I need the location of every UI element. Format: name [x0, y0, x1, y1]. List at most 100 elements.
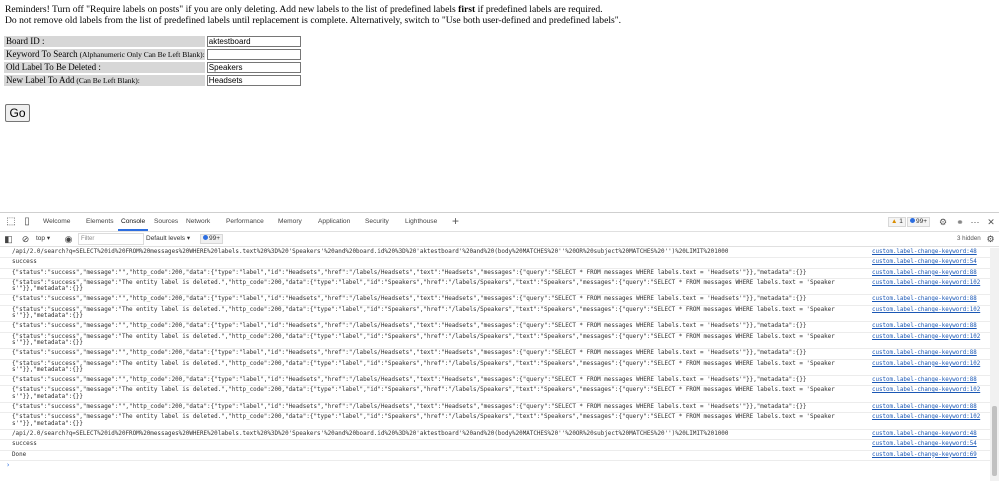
tab-console[interactable]: Console [117, 217, 149, 231]
console-message-text: {"status":"success","message":"The entit… [12, 333, 835, 346]
devtools-panel: ⬚ ▯ Welcome Elements Console Sources Net… [0, 212, 999, 481]
console-settings-gear-icon[interactable]: ⚙ [985, 233, 996, 245]
chevron-down-icon: ▾ [46, 235, 51, 242]
new-label-cell [205, 75, 301, 86]
console-prompt-chevron-icon[interactable]: › [0, 461, 990, 468]
console-message-text: {"status":"success","message":"","http_c… [12, 296, 807, 303]
console-source-link[interactable]: custom.label-change-keyword:54 [872, 259, 977, 265]
tab-security[interactable]: Security [365, 217, 389, 227]
go-button[interactable]: Go [5, 104, 30, 122]
console-message-text: {"status":"success","message":"","http_c… [12, 269, 807, 276]
tab-welcome[interactable]: Welcome [43, 217, 70, 227]
console-message: Done custom.label-change-keyword:69 [0, 451, 990, 461]
clear-console-icon[interactable]: ⊘ [20, 233, 31, 245]
console-source-link[interactable]: custom.label-change-keyword:88 [872, 270, 977, 276]
console-message: success custom.label-change-keyword:54 [0, 258, 990, 269]
tab-performance[interactable]: Performance [226, 217, 264, 227]
tab-lighthouse[interactable]: Lighthouse [405, 217, 437, 227]
console-source-link[interactable]: custom.label-change-keyword:102 [872, 307, 980, 313]
console-source-link[interactable]: custom.label-change-keyword:102 [872, 387, 980, 393]
console-source-link[interactable]: custom.label-change-keyword:54 [872, 441, 977, 447]
console-message: {"status":"success","message":"The entit… [0, 333, 990, 350]
more-options-icon[interactable]: ⋯ [969, 216, 981, 228]
old-label-label: Old Label To Be Deleted : [4, 62, 205, 73]
reminder-line-1: Reminders! Turn off "Require labels on p… [5, 4, 985, 15]
tab-elements[interactable]: Elements [86, 217, 114, 227]
console-source-link[interactable]: custom.label-change-keyword:102 [872, 361, 980, 367]
console-message: success custom.label-change-keyword:54 [0, 440, 990, 451]
warnings-badge[interactable]: ▲ 1 [888, 217, 906, 227]
live-expression-eye-icon[interactable]: ◉ [63, 233, 74, 245]
warning-icon: ▲ [891, 218, 898, 225]
console-message: {"status":"success","message":"The entit… [0, 360, 990, 377]
keyword-label: Keyword To Search (Alphanumeric Only Can… [4, 49, 205, 60]
console-source-link[interactable]: custom.label-change-keyword:102 [872, 280, 980, 286]
log-levels-value: Default levels [146, 235, 186, 242]
form-row-old-label: Old Label To Be Deleted : [4, 62, 301, 73]
console-message-text: success [12, 441, 37, 448]
console-message: {"status":"success","message":"The entit… [0, 279, 990, 296]
add-tab-plus-icon[interactable]: + [452, 214, 459, 228]
warnings-count: 1 [899, 218, 903, 225]
close-devtools-icon[interactable]: ✕ [985, 216, 997, 228]
console-source-link[interactable]: custom.label-change-keyword:48 [872, 249, 977, 255]
console-message-text: {"status":"success","message":"The entit… [12, 279, 835, 293]
old-label-input[interactable] [206, 62, 301, 73]
keyword-input[interactable] [206, 49, 301, 60]
console-message: {"status":"success","message":"","http_c… [0, 295, 990, 306]
devtools-tabbar: ⬚ ▯ Welcome Elements Console Sources Net… [0, 213, 999, 232]
form-row-keyword: Keyword To Search (Alphanumeric Only Can… [4, 49, 301, 60]
new-label-text: New Label To Add [6, 75, 75, 85]
tab-memory[interactable]: Memory [278, 217, 302, 227]
console-source-link[interactable]: custom.label-change-keyword:88 [872, 296, 977, 302]
console-message-text: /api/2.0/search?q=SELECT%20id%20FROM%20m… [12, 430, 729, 437]
console-message-text: {"status":"success","message":"The entit… [12, 414, 835, 427]
console-message-text: {"status":"success","message":"","http_c… [12, 377, 807, 384]
console-source-link[interactable]: custom.label-change-keyword:69 [872, 452, 977, 458]
console-message: {"status":"success","message":"","http_c… [0, 376, 990, 387]
reminder-emphasis: first [458, 4, 476, 15]
connections-icon[interactable]: ⚭ [954, 216, 966, 228]
new-label-input[interactable] [206, 75, 301, 86]
context-value: top [36, 235, 46, 242]
reminder-line-1-end: if predefined labels are required. [475, 4, 603, 15]
reminder-line-1-start: Reminders! Turn off "Require labels on p… [5, 4, 459, 15]
levels-chevron-down-icon: ▾ [186, 235, 191, 242]
console-source-link[interactable]: custom.label-change-keyword:88 [872, 323, 977, 329]
board-id-input[interactable] [206, 36, 301, 47]
console-scrollbar[interactable] [990, 248, 999, 481]
new-label-note: (Can Be Left Blank): [74, 76, 140, 85]
console-message-text: {"status":"success","message":"","http_c… [12, 350, 807, 357]
console-source-link[interactable]: custom.label-change-keyword:102 [872, 334, 980, 340]
issues-badge[interactable]: 99+ [200, 234, 224, 244]
sidebar-toggle-icon[interactable]: ◧ [3, 233, 14, 245]
console-source-link[interactable]: custom.label-change-keyword:88 [872, 404, 977, 410]
issues-count: 99+ [209, 235, 221, 242]
console-source-link[interactable]: custom.label-change-keyword:48 [872, 431, 977, 437]
keyword-cell [205, 49, 301, 60]
device-emulation-icon[interactable]: ▯ [21, 216, 33, 228]
tab-application[interactable]: Application [318, 217, 350, 227]
scrollbar-thumb[interactable] [992, 406, 997, 476]
console-message: {"status":"success","message":"","http_c… [0, 322, 990, 333]
console-message-text: {"status":"success","message":"The entit… [12, 306, 835, 320]
console-source-link[interactable]: custom.label-change-keyword:88 [872, 377, 977, 383]
old-label-cell [205, 62, 301, 73]
inspect-icon[interactable]: ⬚ [5, 216, 17, 228]
context-selector[interactable]: top ▾ [36, 234, 50, 244]
console-message-text: {"status":"success","message":"The entit… [12, 387, 835, 400]
settings-gear-icon[interactable]: ⚙ [937, 216, 949, 228]
console-message: {"status":"success","message":"The entit… [0, 386, 990, 404]
console-message: {"status":"success","message":"","http_c… [0, 403, 990, 414]
console-message-text: success [12, 259, 37, 266]
console-source-link[interactable]: custom.label-change-keyword:102 [872, 414, 980, 420]
console-source-link[interactable]: custom.label-change-keyword:88 [872, 350, 977, 356]
console-message-text: {"status":"success","message":"","http_c… [12, 323, 807, 330]
log-levels-dropdown[interactable]: Default levels ▾ [146, 234, 190, 244]
console-output[interactable]: /api/2.0/search?q=SELECT%20id%20FROM%20m… [0, 248, 990, 481]
tab-network[interactable]: Network [186, 217, 210, 227]
tab-sources[interactable]: Sources [154, 217, 178, 227]
messages-badge[interactable]: 99+ [907, 217, 931, 227]
filter-input[interactable]: Filter [78, 233, 144, 245]
keyword-label-text: Keyword To Search [6, 49, 78, 59]
